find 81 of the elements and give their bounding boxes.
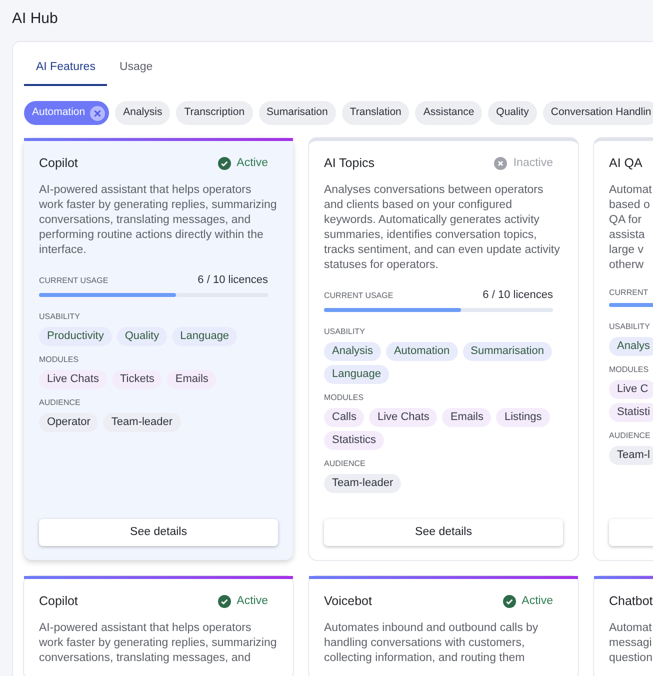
section-label: MODULES <box>324 392 365 404</box>
section-label: AUDIENCE <box>324 458 366 470</box>
section-label: MODULES <box>609 364 650 376</box>
tag-chip: Automation <box>386 342 458 361</box>
card-title: Copilot <box>39 155 78 172</box>
description-line: large v <box>609 243 645 258</box>
description-line: conversations, translating messages, and <box>39 651 252 666</box>
page-title: AI Hub <box>12 9 58 29</box>
description-line: Automat <box>609 183 653 198</box>
section-label: AUDIENCE <box>39 396 82 409</box>
card-title: AI QA <box>609 155 642 172</box>
status-label: Active <box>236 594 268 609</box>
tag-chip: Summarisation <box>462 342 552 361</box>
tag-chip: Emails <box>167 370 216 389</box>
tag-chip: Live Chats <box>39 370 107 389</box>
see-details-button[interactable]: See details <box>39 519 278 546</box>
check-circle-icon <box>218 594 231 608</box>
description-line: collecting information, and routing them <box>324 651 526 666</box>
status-label: Active <box>522 594 553 609</box>
check-circle-icon <box>218 156 231 170</box>
description-line: based o <box>609 198 651 214</box>
usage-label: CURRENT <box>609 287 648 300</box>
description-line: question <box>609 651 653 666</box>
usage-reading: 6 / 10 licences <box>482 288 553 304</box>
card-title: AI Topics <box>324 155 374 172</box>
tag-chip: Calls <box>324 408 364 427</box>
tag-chip: Operator <box>39 412 98 432</box>
usage-reading: 6 / 10 licences <box>198 273 268 288</box>
tag-chip: Statistics <box>324 430 384 450</box>
filter-chip[interactable]: Conversation Handlin <box>542 101 653 126</box>
filter-chip[interactable]: Sumarisation <box>258 101 336 126</box>
filter-chip[interactable]: Quality <box>488 101 537 126</box>
section-label: USABILITY <box>609 321 651 334</box>
check-circle-icon <box>502 594 516 608</box>
filter-chip[interactable]: Translation <box>342 101 410 126</box>
card-title: Copilot <box>39 593 78 610</box>
tag-chip: Tickets <box>112 370 162 389</box>
status-label: Inactive <box>513 156 553 171</box>
description-line: work faster by generating replies, summarizing <box>39 636 278 652</box>
card-description: Analyses conversations between operators and clients based on your configured keywords. Automatically generates activity summaries, identifies conversation topics, tracks sentiment, and can even update activity statuses for operators. <box>324 183 561 274</box>
usage-label: CURRENT USAGE <box>39 274 108 286</box>
description-line: handling conversations with customers, <box>324 636 526 652</box>
tag-chip: Analys <box>609 337 653 356</box>
status-label: Active <box>236 156 268 171</box>
card-description: AI-powered assistant that helps operators work faster by generating replies, summarizing conversations, translating messages, and performing routine actions directly within the interface. <box>39 183 278 258</box>
description-line: otherw <box>609 258 645 274</box>
tag-chip: Live C <box>609 380 653 400</box>
tag-chip: Live Chats <box>369 408 438 427</box>
tag-chip: Team-l <box>609 446 653 466</box>
description-line: messagi <box>609 636 653 652</box>
section-label: USABILITY <box>39 310 81 323</box>
tab[interactable]: AI Features <box>24 54 108 86</box>
tag-chip: Language <box>172 326 238 346</box>
description-line: QA for <box>609 213 643 228</box>
filter-chip[interactable]: Assistance <box>415 101 482 126</box>
tab[interactable]: Usage <box>107 54 165 86</box>
description-line: AI-powered assistant that helps operators <box>39 621 252 636</box>
card-title: Voicebot <box>324 593 372 610</box>
tag-chip: Team-leader <box>324 474 402 493</box>
tag-chip: Productivity <box>39 326 112 346</box>
filter-chip[interactable]: Transcription <box>176 101 253 126</box>
see-details-button[interactable]: See details <box>324 519 563 546</box>
section-label: AUDIENCE <box>609 430 652 442</box>
card-title: Chatbot <box>609 593 653 610</box>
description-line: Automates inbound and outbound calls by <box>324 621 540 636</box>
filter-chip[interactable]: Analysis <box>115 101 170 126</box>
section-label: USABILITY <box>324 326 366 338</box>
usage-label: CURRENT USAGE <box>324 290 394 302</box>
x-circle-icon <box>494 156 508 170</box>
section-label: MODULES <box>39 354 80 366</box>
tag-chip: Listings <box>496 408 550 427</box>
description-line: Automat <box>609 621 653 636</box>
tag-chip: Quality <box>116 326 168 346</box>
tag-chip: Statisti <box>609 403 653 422</box>
tag-chip: Language <box>324 364 389 384</box>
clear-icon[interactable] <box>90 106 106 121</box>
tag-chip: Team-leader <box>103 412 181 432</box>
tag-chip: Analysis <box>324 342 381 361</box>
filter-chip[interactable]: Automation <box>24 101 110 126</box>
tag-chip: Emails <box>442 408 492 427</box>
description-line: assista <box>609 228 646 244</box>
